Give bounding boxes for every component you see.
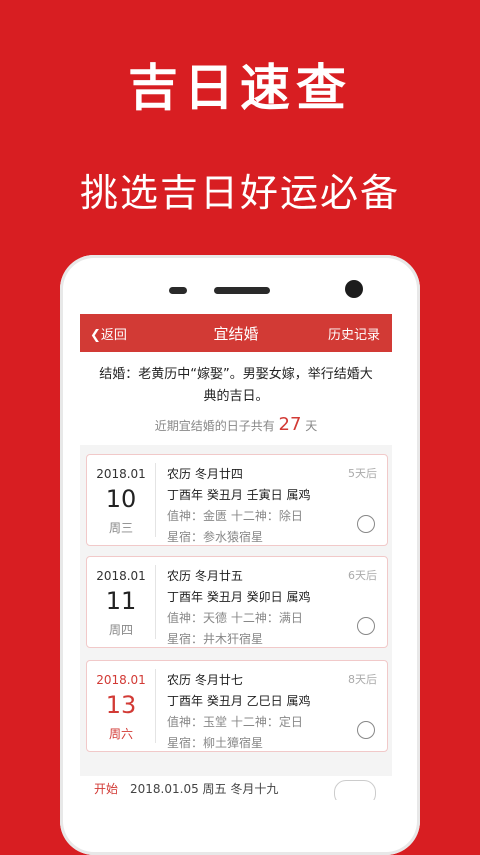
description: 结婚：老黄历中“嫁娶”。男娶女嫁，举行结婚大典的吉日。 (80, 352, 392, 414)
day-card[interactable]: 2018.01 11 周四 农历 冬月廿五 丁酉年 癸丑月 癸卯日 属鸡 值神：… (86, 556, 388, 648)
day-info: 农历 冬月廿四 丁酉年 癸丑月 壬寅日 属鸡 值神：金匮 十二神：除日 星宿：参… (167, 464, 310, 548)
divider (155, 669, 156, 743)
count-prefix: 近期宜结婚的日子共有 (154, 419, 275, 433)
date-column: 2018.01 11 周四 (87, 557, 155, 647)
divider (155, 565, 156, 639)
app-screen: ❮返回 宜结婚 历史记录 结婚：老黄历中“嫁娶”。男娶女嫁，举行结婚大典的吉日。… (80, 314, 392, 800)
year-month: 2018.01 (96, 467, 146, 481)
day-info: 农历 冬月廿七 丁酉年 癸丑月 乙巳日 属鸡 值神：玉堂 十二神：定日 星宿：柳… (167, 670, 310, 754)
lunar-date: 农历 冬月廿七 (167, 673, 243, 687)
days-after: 8天后 (348, 673, 377, 686)
start-toggle[interactable] (334, 780, 376, 800)
day-number: 13 (105, 691, 137, 719)
xingsu: 星宿：参水猿宿星 (167, 530, 264, 544)
year-month: 2018.01 (96, 673, 146, 687)
select-radio[interactable] (357, 721, 375, 739)
promo-title: 吉日速查 (128, 59, 352, 117)
history-button[interactable]: 历史记录 (328, 324, 380, 343)
zhishen: 值神：天德 十二神：满日 (167, 611, 303, 625)
lunar-date: 农历 冬月廿五 (167, 569, 243, 583)
count-line: 近期宜结婚的日子共有 27 天 (80, 414, 392, 445)
select-radio[interactable] (357, 617, 375, 635)
weekday: 周六 (108, 727, 133, 741)
days-after: 5天后 (348, 467, 377, 480)
phone-sensor (169, 287, 187, 294)
days-after: 6天后 (348, 569, 377, 582)
divider (155, 463, 156, 537)
weekday: 周四 (108, 623, 133, 637)
day-number: 10 (105, 485, 137, 513)
xingsu: 星宿：柳土獐宿星 (167, 736, 264, 750)
year-month: 2018.01 (96, 569, 146, 583)
xingsu: 星宿：井木犴宿星 (167, 632, 264, 646)
lunar-date: 农历 冬月廿四 (167, 467, 243, 481)
count-number: 27 (278, 414, 302, 435)
ganzhi: 丁酉年 癸丑月 壬寅日 属鸡 (167, 488, 311, 502)
count-suffix: 天 (305, 419, 318, 433)
day-info: 农历 冬月廿五 丁酉年 癸丑月 癸卯日 属鸡 值神：天德 十二神：满日 星宿：井… (167, 566, 310, 650)
date-column: 2018.01 13 周六 (87, 661, 155, 751)
date-column: 2018.01 10 周三 (87, 455, 155, 545)
start-label: 开始 (94, 782, 119, 796)
phone-speaker (214, 287, 270, 294)
zhishen: 值神：玉堂 十二神：定日 (167, 715, 303, 729)
zhishen: 值神：金匮 十二神：除日 (167, 509, 303, 523)
weekday: 周三 (108, 521, 133, 535)
phone-camera (345, 280, 363, 298)
ganzhi: 丁酉年 癸丑月 乙巳日 属鸡 (167, 694, 311, 708)
promo-subtitle: 挑选吉日好运必备 (79, 171, 400, 215)
start-date: 2018.01.05 周五 冬月十九 (130, 782, 279, 796)
day-number: 11 (105, 587, 137, 615)
select-radio[interactable] (357, 515, 375, 533)
start-bar: 开始 2018.01.05 周五 冬月十九 (80, 776, 392, 800)
day-card[interactable]: 2018.01 10 周三 农历 冬月廿四 丁酉年 癸丑月 壬寅日 属鸡 值神：… (86, 454, 388, 546)
nav-bar: ❮返回 宜结婚 历史记录 (80, 314, 392, 352)
day-card[interactable]: 2018.01 13 周六 农历 冬月廿七 丁酉年 癸丑月 乙巳日 属鸡 值神：… (86, 660, 388, 752)
ganzhi: 丁酉年 癸丑月 癸卯日 属鸡 (167, 590, 311, 604)
